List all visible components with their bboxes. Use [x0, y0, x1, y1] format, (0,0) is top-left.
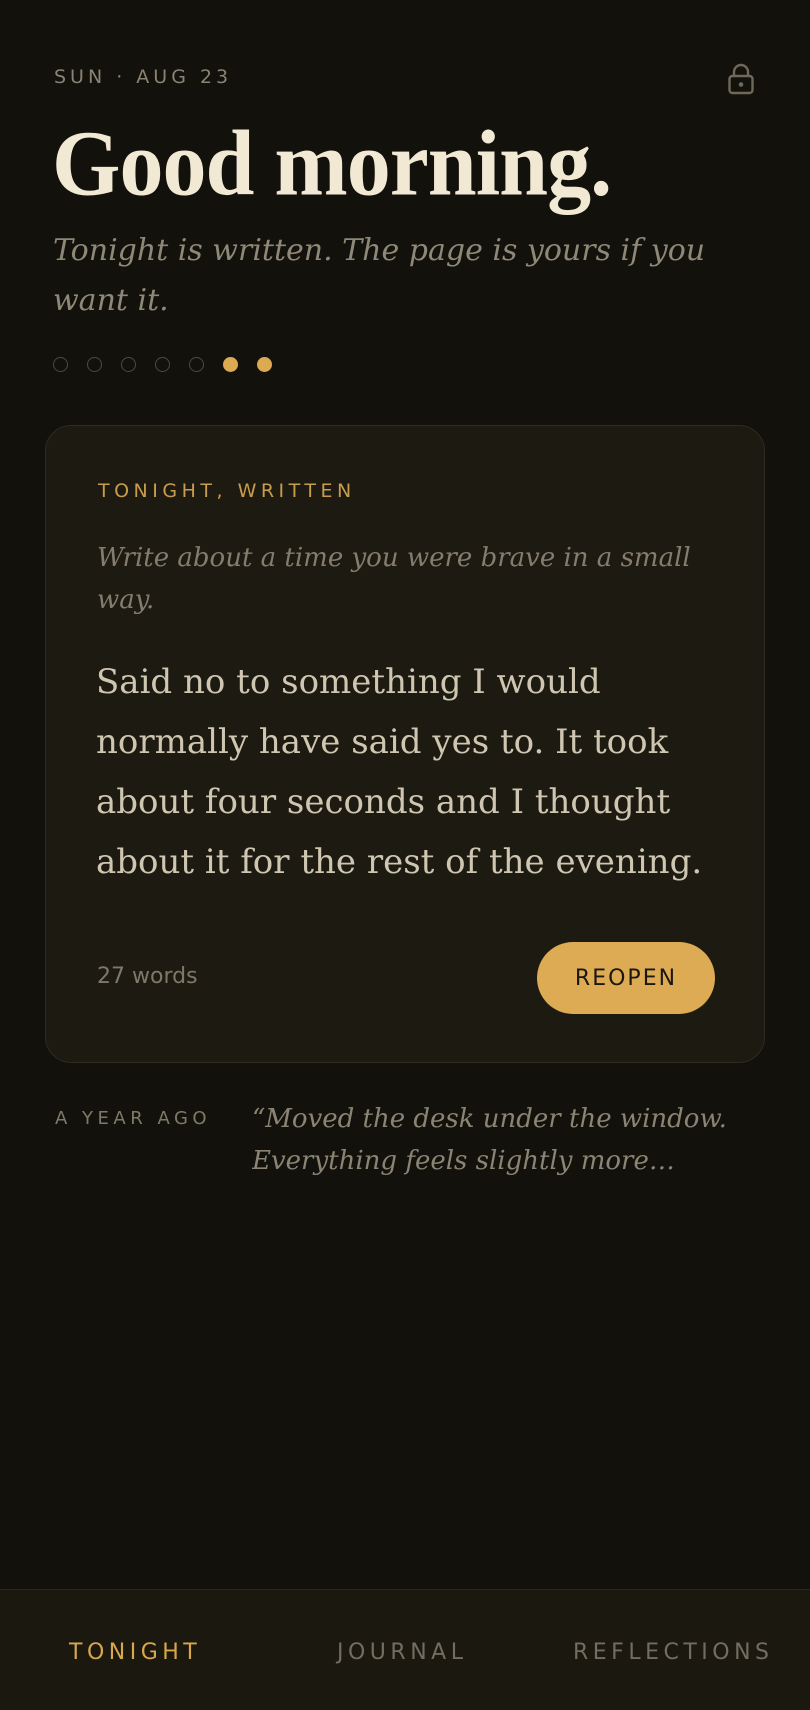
word-count: 27 words — [97, 964, 198, 989]
progress-dot — [223, 357, 238, 372]
date-label: SUN · AUG 23 — [54, 66, 233, 88]
tab-tonight[interactable]: TONIGHT — [69, 1640, 201, 1665]
tab-journal[interactable]: JOURNAL — [337, 1640, 467, 1665]
bottom-nav: TONIGHT JOURNAL REFLECTIONS — [0, 1589, 810, 1710]
progress-dots — [53, 357, 272, 372]
card-label: TONIGHT, WRITTEN — [98, 480, 356, 502]
memory-label: A YEAR AGO — [55, 1108, 212, 1129]
reopen-button[interactable]: REOPEN — [537, 942, 715, 1014]
progress-dot — [257, 357, 272, 372]
lock-icon[interactable] — [726, 62, 756, 96]
memory-quote[interactable]: “Moved the desk under the window. Everyt… — [252, 1098, 762, 1182]
progress-dot — [121, 357, 136, 372]
page-subtitle: Tonight is written. The page is yours if… — [53, 233, 706, 318]
entry-text: Said no to something I would normally ha… — [96, 662, 703, 882]
progress-dot — [87, 357, 102, 372]
writing-prompt: Write about a time you were brave in a s… — [97, 543, 691, 615]
page-title: Good morning. — [52, 112, 612, 216]
tab-reflections[interactable]: REFLECTIONS — [573, 1640, 774, 1665]
tonight-entry-card: TONIGHT, WRITTEN Write about a time you … — [45, 425, 765, 1063]
progress-dot — [53, 357, 68, 372]
progress-dot — [189, 357, 204, 372]
progress-dot — [155, 357, 170, 372]
